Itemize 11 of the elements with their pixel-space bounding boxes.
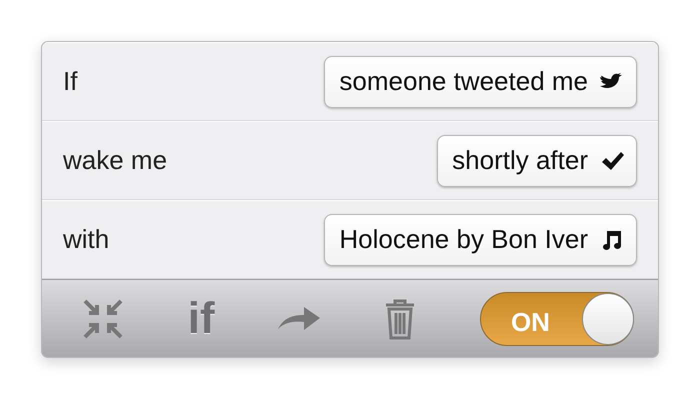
- collapse-icon[interactable]: [82, 298, 124, 340]
- toggle-label: ON: [510, 306, 550, 338]
- rule-label: with: [63, 223, 110, 256]
- rule-picker-button[interactable]: shortly after: [437, 134, 637, 186]
- rule-label: wake me: [63, 144, 168, 177]
- share-arrow-icon[interactable]: [278, 306, 320, 330]
- toggle-knob[interactable]: [582, 292, 634, 344]
- trash-icon[interactable]: [384, 298, 416, 340]
- rule-label: If: [63, 65, 78, 98]
- rule-picker-button[interactable]: someone tweeted me: [324, 56, 637, 108]
- rule-picker-button[interactable]: Holocene by Bon Iver: [324, 214, 637, 266]
